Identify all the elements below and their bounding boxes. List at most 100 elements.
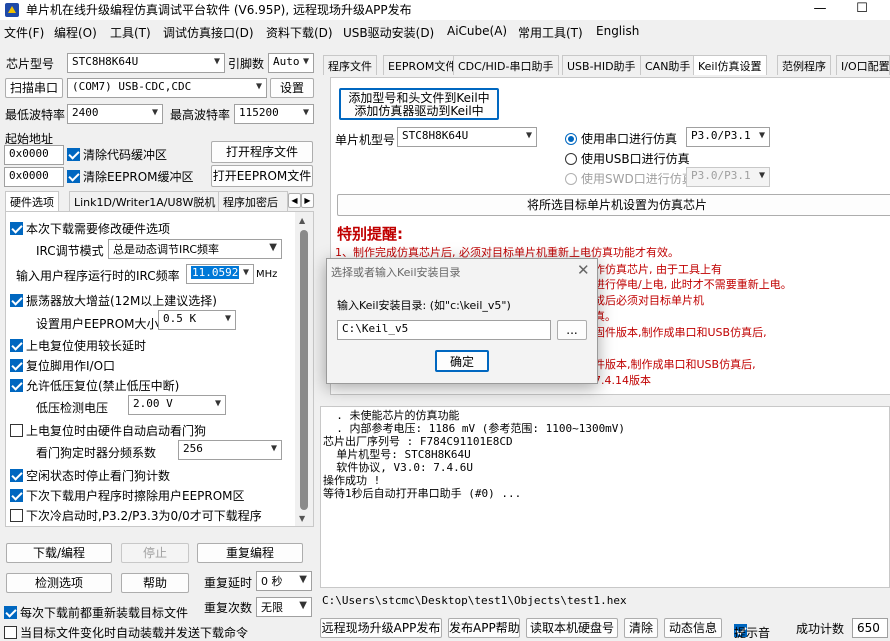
irc-mode-select[interactable]: 总是动态调节IRC频率 ▼	[108, 239, 282, 259]
settings-button[interactable]: 设置	[270, 78, 314, 98]
tab-encryption[interactable]: 程序加密后	[218, 191, 288, 211]
tab-keil-sim[interactable]: Keil仿真设置	[693, 55, 767, 75]
menu-file[interactable]: 文件(F)	[4, 24, 44, 41]
reset-long-checkbox[interactable]: 上电复位使用较长延时	[10, 337, 146, 354]
tab-io-config[interactable]: I/O口配置	[836, 55, 890, 75]
notice-line-7: 件版本,制作成串口和USB仿真后,	[594, 358, 756, 371]
check-options-button[interactable]: 检测选项	[6, 573, 112, 593]
scan-port-button[interactable]: 扫描串口	[5, 78, 63, 98]
tab-scroll-right-icon[interactable]: ▶	[301, 193, 314, 208]
cold-boot-checkbox[interactable]: 下次冷启动时,P3.2/P3.3为0/0才可下载程序	[10, 507, 262, 524]
tab-examples[interactable]: 范例程序	[777, 55, 831, 75]
radio-usb-sim[interactable]: 使用USB口进行仿真	[565, 150, 690, 167]
port-select-value: (COM7) USB-CDC,CDC	[72, 80, 192, 93]
eeprom-addr-input[interactable]: 0x0000	[4, 167, 64, 187]
hardware-options-scrollbar[interactable]: ▲ ▼	[295, 212, 313, 526]
wdt-boot-checkbox[interactable]: 上电复位时由硬件自动启动看门狗	[10, 422, 206, 439]
chevron-down-icon: ▼	[758, 170, 765, 181]
menu-debug[interactable]: 调试仿真接口(D)	[163, 24, 254, 41]
dialog-close-icon[interactable]: ✕	[577, 261, 590, 279]
chevron-down-icon: ▼	[299, 600, 307, 611]
reset-pin-label: 复位脚用作I/O口	[26, 359, 116, 373]
clear-button[interactable]: 清除	[624, 618, 658, 638]
lvd-reset-checkbox[interactable]: 允许低压复位(禁止低压中断)	[10, 377, 179, 394]
repeat-count-select[interactable]: 无限 ▼	[256, 597, 312, 617]
tab-offline[interactable]: Link1D/Writer1A/U8W脱机	[69, 191, 221, 211]
dynamic-info-button[interactable]: 动态信息	[664, 618, 722, 638]
tab-usb-hid[interactable]: USB-HID助手	[562, 55, 641, 75]
radio-swd-sim[interactable]: 使用SWD口进行仿真	[565, 170, 694, 187]
stop-button[interactable]: 停止	[121, 543, 189, 563]
tab-eeprom-file[interactable]: EEPROM文件	[383, 55, 462, 75]
set-sim-chip-button[interactable]: 将所选目标单片机设置为仿真芯片	[337, 194, 890, 216]
log-line: 单片机型号: STC8H8K64U	[323, 448, 471, 461]
open-program-button[interactable]: 打开程序文件	[211, 141, 313, 163]
remote-publish-button[interactable]: 远程现场升级APP发布	[320, 618, 442, 638]
min-baud-label: 最低波特率	[5, 108, 66, 122]
tab-program-file[interactable]: 程序文件	[323, 55, 377, 75]
reload-before-checkbox[interactable]: 每次下载前都重新装载目标文件	[4, 604, 188, 621]
menu-aicube[interactable]: AiCube(A)	[447, 24, 507, 38]
erase-eeprom-checkbox[interactable]: 下次下载用户程序时擦除用户EEPROM区	[10, 487, 245, 504]
repeat-delay-label: 重复延时	[204, 576, 253, 590]
browse-button[interactable]: ...	[557, 320, 587, 340]
pin-select[interactable]: Auto ▼	[268, 53, 314, 73]
min-baud-select[interactable]: 2400 ▼	[67, 104, 163, 124]
radio-unselected-icon	[565, 153, 577, 165]
ok-button[interactable]: 确定	[435, 350, 489, 372]
osc-gain-checkbox[interactable]: 振荡器放大增益(12M以上建议选择)	[10, 292, 217, 309]
menu-program[interactable]: 编程(O)	[54, 24, 97, 41]
tab-can[interactable]: CAN助手	[640, 55, 696, 75]
menu-common-tools[interactable]: 常用工具(T)	[518, 24, 583, 41]
max-baud-select[interactable]: 115200 ▼	[234, 104, 314, 124]
menu-english[interactable]: English	[596, 24, 639, 38]
menu-downloads[interactable]: 资料下载(D)	[266, 24, 333, 41]
output-log[interactable]: . 未使能芯片的仿真功能 . 内部参考电压: 1186 mV (参考范围: 11…	[320, 406, 890, 588]
tab-hardware-options[interactable]: 硬件选项	[5, 191, 59, 211]
tab-cdc-hid-serial[interactable]: CDC/HID-串口助手	[453, 55, 559, 75]
serial-pins-select[interactable]: P3.0/P3.1 ▼	[686, 127, 770, 147]
publish-help-button[interactable]: 发布APP帮助	[448, 618, 520, 638]
scroll-up-icon[interactable]: ▲	[299, 216, 305, 225]
scrollbar-thumb[interactable]	[300, 230, 308, 510]
repeat-delay-select[interactable]: 0 秒 ▼	[256, 571, 312, 591]
scroll-down-icon[interactable]: ▼	[299, 514, 305, 523]
read-disk-button[interactable]: 读取本机硬盘号	[526, 618, 618, 638]
auto-load-checkbox[interactable]: 当目标文件变化时自动装载并发送下载命令	[4, 624, 248, 641]
tab-scroll-left-icon[interactable]: ◀	[288, 193, 301, 208]
eeprom-size-value: 0.5 K	[163, 312, 197, 325]
repeat-program-button[interactable]: 重复编程	[197, 543, 303, 563]
idle-stop-wdt-checkbox[interactable]: 空闲状态时停止看门狗计数	[10, 467, 170, 484]
chip-select-value: STC8H8K64U	[72, 55, 139, 68]
clear-eeprom-checkbox[interactable]: 清除EEPROM缓冲区	[67, 168, 194, 185]
reset-pin-checkbox[interactable]: 复位脚用作I/O口	[10, 357, 115, 374]
irc-freq-select[interactable]: 11.0592 ▼	[186, 264, 254, 284]
osc-gain-label: 振荡器放大增益(12M以上建议选择)	[26, 294, 217, 308]
help-button[interactable]: 帮助	[121, 573, 189, 593]
eeprom-size-select[interactable]: 0.5 K ▼	[158, 310, 236, 330]
add-keil-button[interactable]: 添加型号和头文件到Keil中 添加仿真器驱动到Keil中	[339, 88, 499, 120]
menu-bar: 文件(F) 编程(O) 工具(T) 调试仿真接口(D) 资料下载(D) USB驱…	[0, 22, 890, 42]
clear-code-checkbox[interactable]: 清除代码缓冲区	[67, 146, 167, 163]
keil-path-input[interactable]: C:\Keil_v5	[337, 320, 551, 340]
checkbox-checked-icon	[10, 489, 23, 502]
minimize-button[interactable]: —	[800, 0, 840, 20]
maximize-button[interactable]: ☐	[842, 0, 882, 20]
chip-select[interactable]: STC8H8K64U ▼	[67, 53, 225, 73]
code-addr-input[interactable]: 0x0000	[4, 145, 64, 165]
notice-line-6: 固件版本,制作成串口和USB仿真后,	[594, 326, 767, 339]
sim-chip-select[interactable]: STC8H8K64U ▼	[397, 127, 537, 147]
open-eeprom-button[interactable]: 打开EEPROM文件	[211, 165, 313, 187]
menu-tools[interactable]: 工具(T)	[110, 24, 151, 41]
port-select[interactable]: (COM7) USB-CDC,CDC ▼	[67, 78, 267, 98]
repeat-count-label: 重复次数	[204, 601, 253, 615]
irc-freq-unit: MHz	[256, 269, 278, 280]
radio-serial-sim[interactable]: 使用串口进行仿真	[565, 130, 677, 147]
menu-usb-driver[interactable]: USB驱动安装(D)	[343, 24, 434, 41]
swd-pins-select[interactable]: P3.0/P3.1 ▼	[686, 167, 770, 187]
lvd-select[interactable]: 2.00 V ▼	[128, 395, 226, 415]
wdt-div-select[interactable]: 256 ▼	[178, 440, 282, 460]
need-modify-checkbox[interactable]: 本次下载需要修改硬件选项	[10, 220, 170, 237]
sim-chip-label: 单片机型号	[335, 133, 396, 147]
download-program-button[interactable]: 下载/编程	[6, 543, 112, 563]
